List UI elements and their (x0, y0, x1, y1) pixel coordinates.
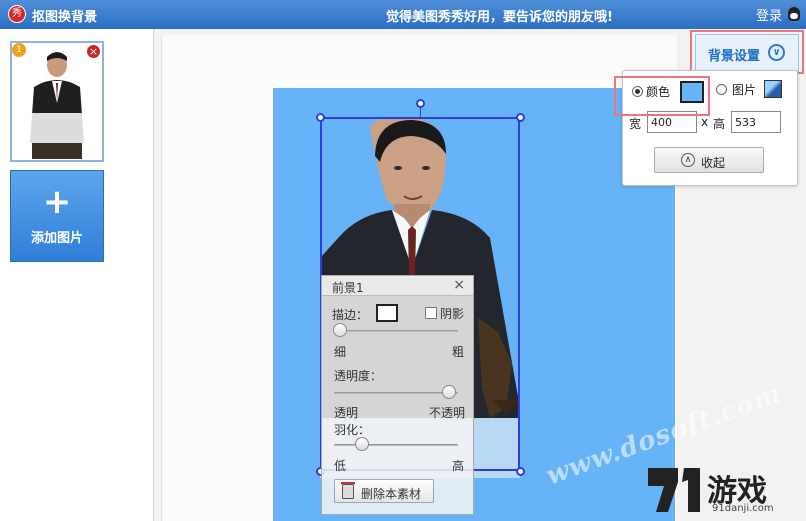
app-title: 抠图换背景 (32, 10, 98, 25)
qq-icon[interactable] (788, 7, 800, 21)
delete-material-label: 删除本素材 (361, 487, 422, 501)
foreground-panel-close-icon[interactable]: × (453, 277, 465, 293)
image-radio[interactable] (716, 84, 727, 95)
trash-icon (341, 482, 355, 499)
opacity-slider-knob[interactable] (442, 385, 456, 399)
collapse-label: 收起 (701, 156, 726, 170)
add-image-label: 添加图片 (30, 231, 83, 246)
thick-label: 粗 (452, 345, 465, 359)
feather-label: 羽化： (334, 423, 371, 437)
transparent-label: 透明 (334, 406, 359, 420)
thumbnail-number-badge: 1 (12, 43, 26, 57)
highlight-frame (690, 30, 804, 74)
plus-icon: + (42, 182, 72, 222)
foreground-panel-header: 前景1 × (322, 276, 473, 296)
opacity-label: 透明度： (334, 369, 383, 383)
shadow-checkbox[interactable] (425, 307, 437, 319)
app-logo-icon: 秀 (8, 5, 26, 23)
height-input[interactable] (731, 111, 781, 133)
slogan-text: 觉得美图秀秀好用，要告诉您的朋友哦! (386, 10, 613, 25)
opacity-slider-track (334, 392, 458, 394)
stroke-label: 描边： (332, 308, 369, 322)
foreground-panel-title: 前景1 (332, 281, 364, 295)
thin-label: 细 (334, 345, 347, 359)
image-label: 图片 (732, 83, 757, 97)
image-sidebar: 1 × + 添加图片 (0, 29, 154, 521)
stroke-slider-track (334, 330, 458, 332)
low-label: 低 (334, 459, 347, 473)
opaque-label: 不透明 (429, 406, 466, 420)
shadow-label: 阴影 (440, 307, 465, 321)
feather-slider-track (334, 444, 458, 446)
foreground-properties-panel: 前景1 × 描边： 阴影 细 粗 透明度： 透明 不透明 羽化： 低 高 删除本… (321, 275, 474, 515)
resize-handle-top-right[interactable] (516, 113, 525, 122)
resize-handle-top-left[interactable] (316, 113, 325, 122)
delete-material-button[interactable]: 删除本素材 (334, 479, 434, 503)
rotate-handle[interactable] (416, 99, 425, 108)
chevron-up-icon: ∧ (681, 153, 695, 167)
thumbnail-close-icon[interactable]: × (86, 44, 101, 59)
login-link[interactable]: 登录 (756, 5, 782, 24)
height-label: 高 (713, 117, 726, 131)
image-thumbnail[interactable]: 1 × (10, 41, 104, 162)
add-image-button[interactable]: + 添加图片 (10, 170, 104, 262)
high-label: 高 (452, 459, 465, 473)
image-picker-icon[interactable] (764, 80, 782, 98)
site-logo-url: 91danji.com (712, 503, 774, 514)
resize-handle-bottom-right[interactable] (516, 467, 525, 476)
width-label: 宽 (629, 117, 642, 131)
title-bar: 秀 抠图换背景 觉得美图秀秀好用，要告诉您的朋友哦! 登录 (0, 0, 806, 29)
feather-slider-knob[interactable] (355, 437, 369, 451)
stroke-slider-knob[interactable] (333, 323, 347, 337)
times-label: x (701, 115, 709, 129)
collapse-button[interactable]: ∧ 收起 (654, 147, 764, 173)
stroke-color-swatch[interactable] (376, 304, 398, 322)
highlight-frame-color (614, 76, 710, 116)
thumbnail-person-image (12, 43, 102, 160)
